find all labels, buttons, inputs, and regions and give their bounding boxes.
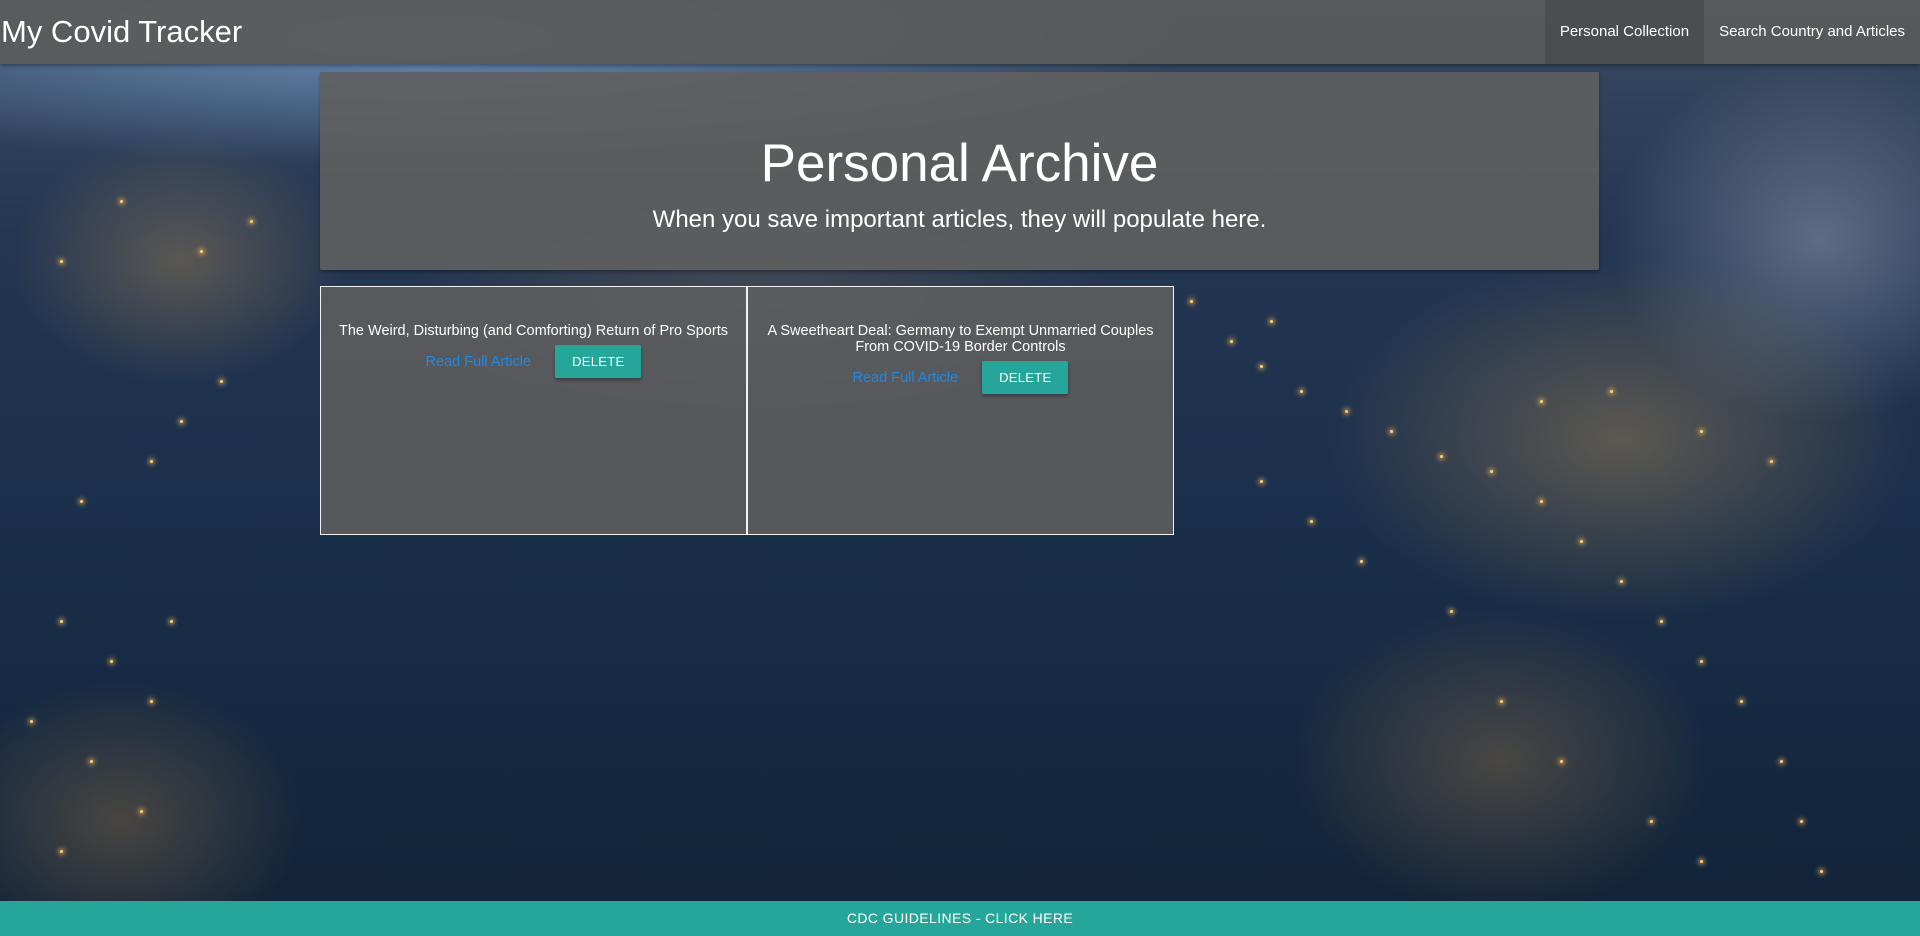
delete-button[interactable]: DELETE (555, 345, 642, 378)
nav-link-search-country-articles[interactable]: Search Country and Articles (1704, 0, 1920, 64)
nav-link-personal-collection[interactable]: Personal Collection (1544, 0, 1705, 64)
saved-articles-list: The Weird, Disturbing (and Comforting) R… (320, 286, 1174, 535)
article-actions: Read Full Article DELETE (321, 345, 746, 378)
hero-panel: Personal Archive When you save important… (320, 72, 1599, 270)
brand-title[interactable]: My Covid Tracker (0, 0, 242, 64)
delete-button[interactable]: DELETE (982, 361, 1069, 394)
page-subtitle: When you save important articles, they w… (652, 206, 1267, 233)
article-actions: Read Full Article DELETE (748, 361, 1173, 394)
article-card: A Sweetheart Deal: Germany to Exempt Unm… (747, 286, 1174, 535)
article-title: A Sweetheart Deal: Germany to Exempt Unm… (767, 323, 1154, 355)
page-title: Personal Archive (760, 134, 1159, 193)
read-full-article-link[interactable]: Read Full Article (853, 370, 959, 386)
nav-links: Personal Collection Search Country and A… (1544, 0, 1920, 64)
article-card: The Weird, Disturbing (and Comforting) R… (320, 286, 747, 535)
read-full-article-link[interactable]: Read Full Article (426, 354, 532, 370)
cdc-guidelines-footer-link[interactable]: CDC GUIDELINES - CLICK HERE (0, 901, 1920, 936)
top-navbar: My Covid Tracker Personal Collection Sea… (0, 0, 1920, 64)
article-title: The Weird, Disturbing (and Comforting) R… (339, 323, 728, 339)
